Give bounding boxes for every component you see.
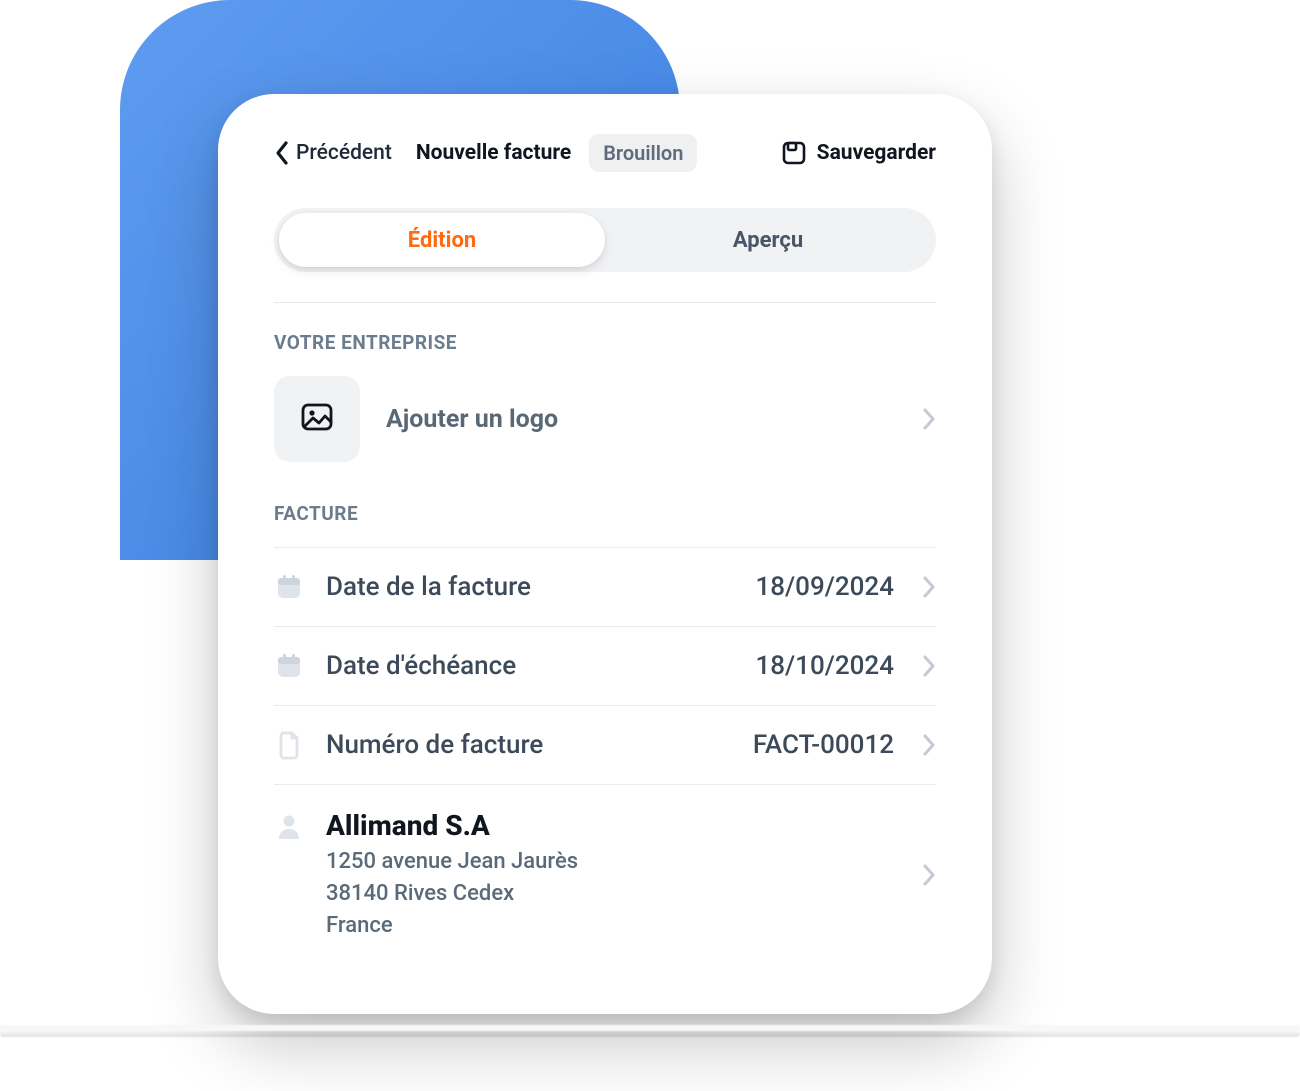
segmented-control: Édition Aperçu	[274, 208, 936, 272]
chevron-right-icon	[922, 407, 936, 431]
status-badge: Brouillon	[589, 134, 697, 172]
header: Précédent Nouvelle facture Brouillon Sau…	[274, 134, 936, 172]
chevron-left-icon	[274, 140, 290, 166]
tab-preview[interactable]: Aperçu	[605, 213, 931, 267]
client-address-line2: 38140 Rives Cedex	[326, 878, 900, 910]
due-date-row[interactable]: Date d'échéance 18/10/2024	[274, 627, 936, 706]
tabs-container: Édition Aperçu	[274, 208, 936, 303]
due-date-value: 18/10/2024	[755, 651, 894, 681]
client-row[interactable]: Allimand S.A 1250 avenue Jean Jaurès 381…	[274, 785, 936, 966]
tab-edition[interactable]: Édition	[279, 213, 605, 267]
add-logo-row[interactable]: Ajouter un logo	[274, 376, 936, 462]
due-date-label: Date d'échéance	[326, 651, 516, 681]
chevron-right-icon	[922, 654, 936, 678]
calendar-icon	[274, 652, 304, 680]
invoice-date-value: 18/09/2024	[755, 572, 894, 602]
chevron-right-icon	[922, 575, 936, 599]
tab-edition-label: Édition	[408, 228, 476, 253]
chevron-right-icon	[922, 733, 936, 757]
invoice-number-row[interactable]: Numéro de facture FACT-00012	[274, 706, 936, 785]
page-title: Nouvelle facture	[416, 141, 571, 165]
person-icon	[274, 809, 304, 841]
logo-placeholder	[274, 376, 360, 462]
save-button[interactable]: Sauvegarder	[781, 140, 936, 166]
section-company-label: VOTRE ENTREPRISE	[274, 331, 936, 354]
client-info: Allimand S.A 1250 avenue Jean Jaurès 381…	[326, 809, 900, 942]
save-label: Sauvegarder	[817, 141, 936, 165]
document-icon	[274, 730, 304, 760]
add-logo-label: Ajouter un logo	[386, 405, 896, 434]
chevron-right-icon	[922, 863, 936, 887]
client-country: France	[326, 910, 900, 942]
image-icon	[300, 400, 334, 438]
invoice-editor-card: Précédent Nouvelle facture Brouillon Sau…	[218, 94, 992, 1014]
tab-preview-label: Aperçu	[733, 228, 803, 253]
invoice-number-value: FACT-00012	[753, 730, 894, 760]
invoice-date-label: Date de la facture	[326, 572, 531, 602]
platform-shadow	[0, 1031, 1300, 1037]
back-button[interactable]: Précédent	[274, 140, 392, 166]
client-address-line1: 1250 avenue Jean Jaurès	[326, 846, 900, 878]
save-icon	[781, 140, 807, 166]
invoice-date-row[interactable]: Date de la facture 18/09/2024	[274, 547, 936, 627]
back-label: Précédent	[296, 141, 392, 165]
section-invoice-label: FACTURE	[274, 502, 936, 525]
invoice-number-label: Numéro de facture	[326, 730, 543, 760]
client-name: Allimand S.A	[326, 809, 900, 842]
calendar-icon	[274, 573, 304, 601]
